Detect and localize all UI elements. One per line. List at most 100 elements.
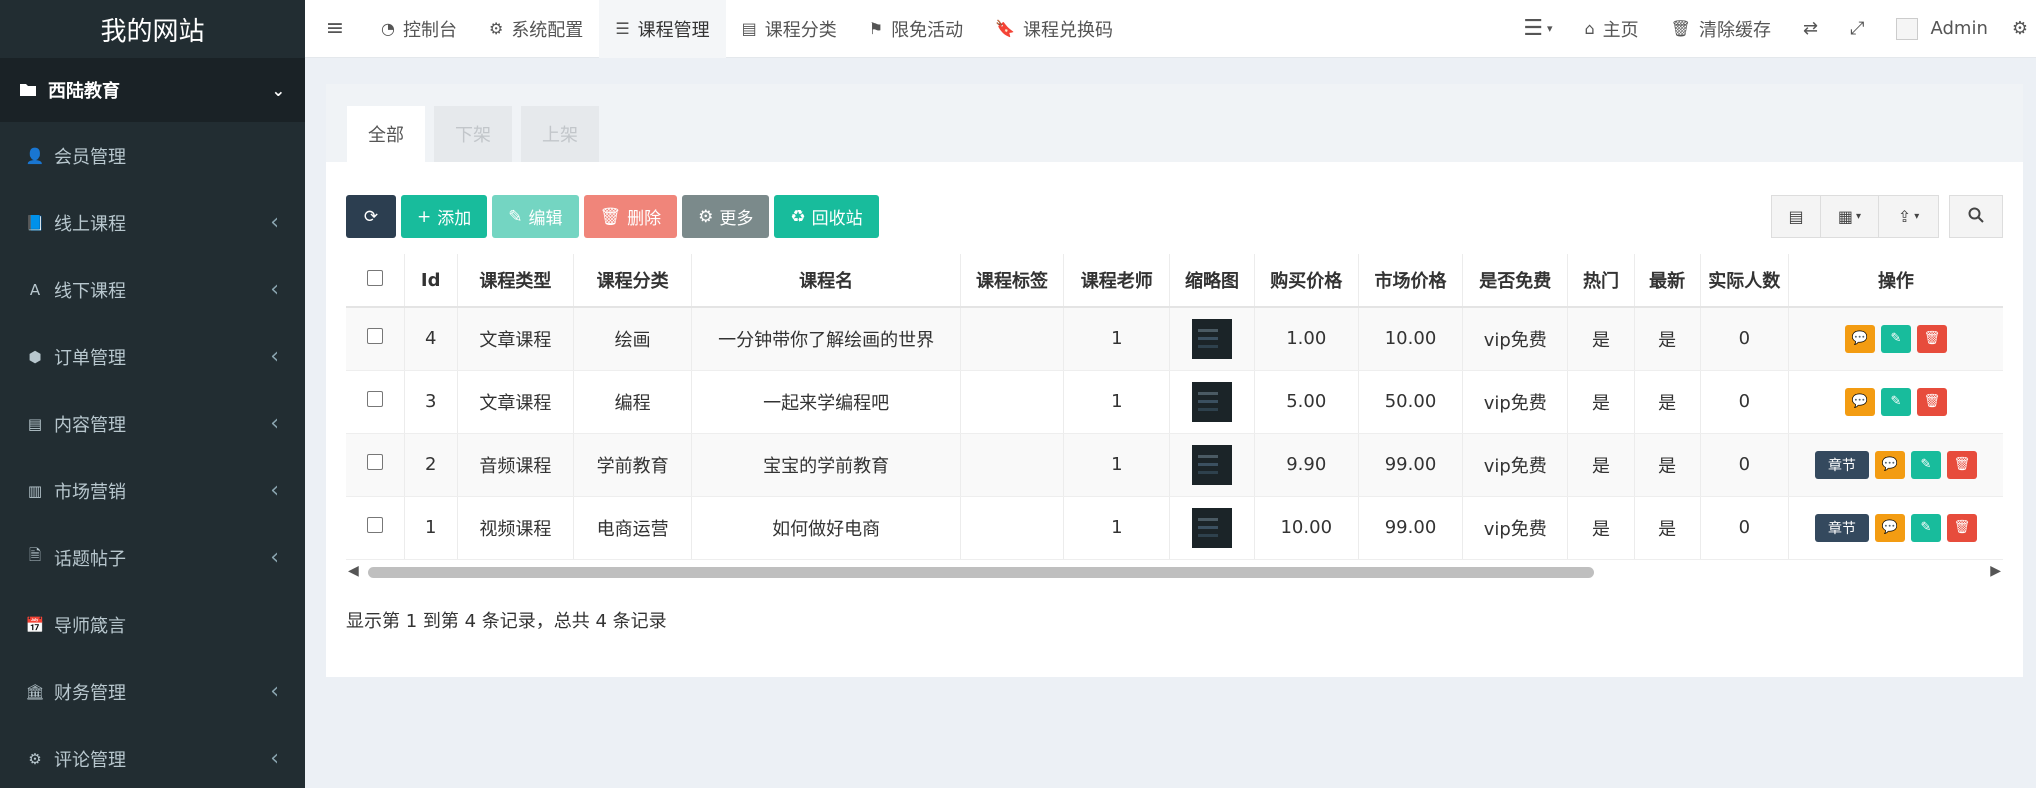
columns-button[interactable]: ▦ ▾: [1821, 195, 1879, 238]
delete-row-button[interactable]: 🗑: [1916, 387, 1947, 416]
tab-all[interactable]: 全部: [347, 106, 425, 162]
pencil-icon: ✎: [1890, 331, 1902, 347]
more-button[interactable]: ⚙ 更多: [682, 195, 770, 238]
sidebar-item-6[interactable]: 🗎 话题帖子 ‹: [0, 524, 305, 591]
thumbnail-image[interactable]: [1192, 444, 1233, 485]
sidebar-item-label: 线下课程: [54, 280, 126, 302]
user-menu[interactable]: Admin: [1880, 0, 2003, 58]
scrollbar-thumb[interactable]: [368, 567, 1594, 578]
add-button[interactable]: + 添加: [401, 195, 488, 238]
sidebar-item-1[interactable]: 📘 线上课程 ‹: [0, 189, 305, 256]
cell-thumbnail: [1169, 307, 1255, 371]
cell-market-price: 99.00: [1358, 433, 1464, 497]
sidebar-toggle-button[interactable]: ≡: [305, 0, 365, 58]
toggle-view-button[interactable]: ▤: [1771, 195, 1821, 238]
chapter-button[interactable]: 章节: [1814, 513, 1869, 542]
table-row[interactable]: 4 文章课程 绘画 一分钟带你了解绘画的世界 1 1.00 10.00 vip免费是是 0 💬 ✎ 🗑: [346, 307, 2003, 371]
cell-free: vip免费: [1462, 370, 1569, 434]
th-price: 购买价格: [1254, 254, 1359, 308]
row-checkbox[interactable]: [366, 454, 383, 470]
thumbnail-image[interactable]: [1192, 318, 1233, 359]
tab-redeem-code[interactable]: 🔖 课程兑换码: [979, 0, 1129, 58]
thumbnail-image[interactable]: [1192, 381, 1233, 422]
export-button[interactable]: ⇪ ▾: [1879, 195, 1939, 238]
tab-system-config[interactable]: ⚙ 系统配置: [473, 0, 599, 58]
search-button[interactable]: [1949, 195, 2003, 238]
sidebar-item-9[interactable]: ⚙ 评论管理 ‹: [0, 725, 305, 788]
calendar-icon: 📅: [25, 615, 45, 634]
tab-off-shelf[interactable]: 下架: [434, 106, 512, 162]
tab-on-shelf[interactable]: 上架: [521, 106, 599, 162]
tab-course-category[interactable]: ▤ 课程分类: [726, 0, 853, 58]
table-row[interactable]: 1 视频课程 电商运营 如何做好电商 1 10.00 99.00 vip免费是是 0 章节 💬 ✎ 🗑: [346, 496, 2003, 560]
user-icon: 👤: [25, 146, 45, 165]
cell-tag: [960, 370, 1065, 434]
file-icon: 🗎: [28, 546, 42, 564]
cell-tag: [960, 307, 1065, 371]
bank-icon: 🏛: [25, 682, 45, 701]
chapter-button[interactable]: 章节: [1814, 450, 1869, 479]
cell-price: 9.90: [1254, 433, 1359, 497]
sidebar-item-8[interactable]: 🏛 财务管理 ‹: [0, 658, 305, 725]
horizontal-scrollbar[interactable]: ◀ ▶: [346, 562, 2003, 582]
menu-dropdown-button[interactable]: ☰ ▾: [1507, 0, 1568, 58]
tab-label: 课程管理: [637, 19, 710, 41]
edit-row-button[interactable]: ✎: [1910, 450, 1941, 479]
site-logo[interactable]: 我的网站: [0, 0, 305, 58]
sidebar-item-7[interactable]: 📅 导师箴言: [0, 591, 305, 658]
settings-button[interactable]: ⚙: [2004, 0, 2036, 58]
sidebar-group-xilu[interactable]: 西陆教育 ⌄: [0, 58, 305, 122]
pencil-icon: ✎: [1920, 457, 1932, 472]
pencil-icon: ✎: [1890, 394, 1902, 409]
thumbnail-image[interactable]: [1192, 507, 1233, 548]
tab-course-management[interactable]: ☰ 课程管理: [599, 0, 726, 58]
refresh-button[interactable]: ⟳: [346, 195, 396, 238]
row-select-cell: [346, 433, 405, 497]
list-icon: ☰: [1523, 16, 1543, 41]
comment-button[interactable]: 💬: [1874, 513, 1905, 542]
row-checkbox[interactable]: [366, 328, 383, 345]
chevron-left-icon: ‹: [270, 411, 279, 436]
cell-free: vip免费: [1462, 307, 1569, 371]
comment-icon: 💬: [1851, 331, 1869, 347]
tab-free-activity[interactable]: ⚑ 限免活动: [853, 0, 979, 58]
pencil-icon: ✎: [508, 206, 523, 227]
sidebar-item-3[interactable]: ⬢ 订单管理 ‹: [0, 323, 305, 390]
edit-row-button[interactable]: ✎: [1910, 513, 1941, 542]
sidebar-item-label: 内容管理: [54, 414, 126, 436]
edit-row-button[interactable]: ✎: [1880, 324, 1911, 353]
comment-button[interactable]: 💬: [1844, 387, 1875, 416]
sidebar-item-5[interactable]: ▥ 市场营销 ‹: [0, 457, 305, 524]
clear-cache-button[interactable]: 🗑 清除缓存: [1655, 0, 1787, 58]
cell-category: 编程: [573, 370, 693, 434]
sidebar-item-2[interactable]: A 线下课程 ‹: [0, 256, 305, 323]
recycle-bin-button[interactable]: ♻ 回收站: [774, 195, 879, 238]
sidebar-item-4[interactable]: ▤ 内容管理 ‹: [0, 390, 305, 457]
comment-button[interactable]: 💬: [1844, 324, 1875, 353]
sidebar-item-0[interactable]: 👤 会员管理: [0, 122, 305, 189]
delete-row-button[interactable]: 🗑: [1946, 513, 1977, 542]
home-link[interactable]: ⌂ 主页: [1569, 0, 1655, 58]
edit-button[interactable]: ✎ 编辑: [492, 195, 579, 238]
row-checkbox[interactable]: [366, 391, 383, 407]
tab-dashboard[interactable]: ◔ 控制台: [365, 0, 473, 58]
delete-row-button[interactable]: 🗑: [1916, 324, 1947, 353]
row-checkbox[interactable]: [366, 517, 383, 533]
fullscreen-button[interactable]: ⤢: [1834, 0, 1880, 58]
scroll-left-icon[interactable]: ◀: [348, 563, 359, 579]
cell-hot: 是: [1567, 370, 1635, 434]
table-row[interactable]: 2 音频课程 学前教育 宝宝的学前教育 1 9.90 99.00 vip免费是是 0 章节 💬 ✎ 🗑: [346, 433, 2003, 497]
delete-button[interactable]: 🗑 删除: [583, 195, 678, 238]
bookmark-icon: 🔖: [995, 19, 1016, 38]
scroll-right-icon[interactable]: ▶: [1990, 563, 2001, 579]
sidebar-item-label: 财务管理: [54, 682, 126, 704]
language-button[interactable]: ⇄: [1787, 0, 1834, 58]
th-id[interactable]: Id: [404, 254, 458, 308]
delete-row-button[interactable]: 🗑: [1946, 450, 1977, 479]
select-all-checkbox[interactable]: [366, 269, 383, 286]
table-row[interactable]: 3 文章课程 编程 一起来学编程吧 1 5.00 50.00 vip免费是是 0 💬 ✎ 🗑: [346, 370, 2003, 434]
edit-row-button[interactable]: ✎: [1880, 387, 1911, 416]
th-count: 实际人数: [1700, 254, 1789, 308]
cell-count: 0: [1700, 433, 1789, 497]
comment-button[interactable]: 💬: [1874, 450, 1905, 479]
